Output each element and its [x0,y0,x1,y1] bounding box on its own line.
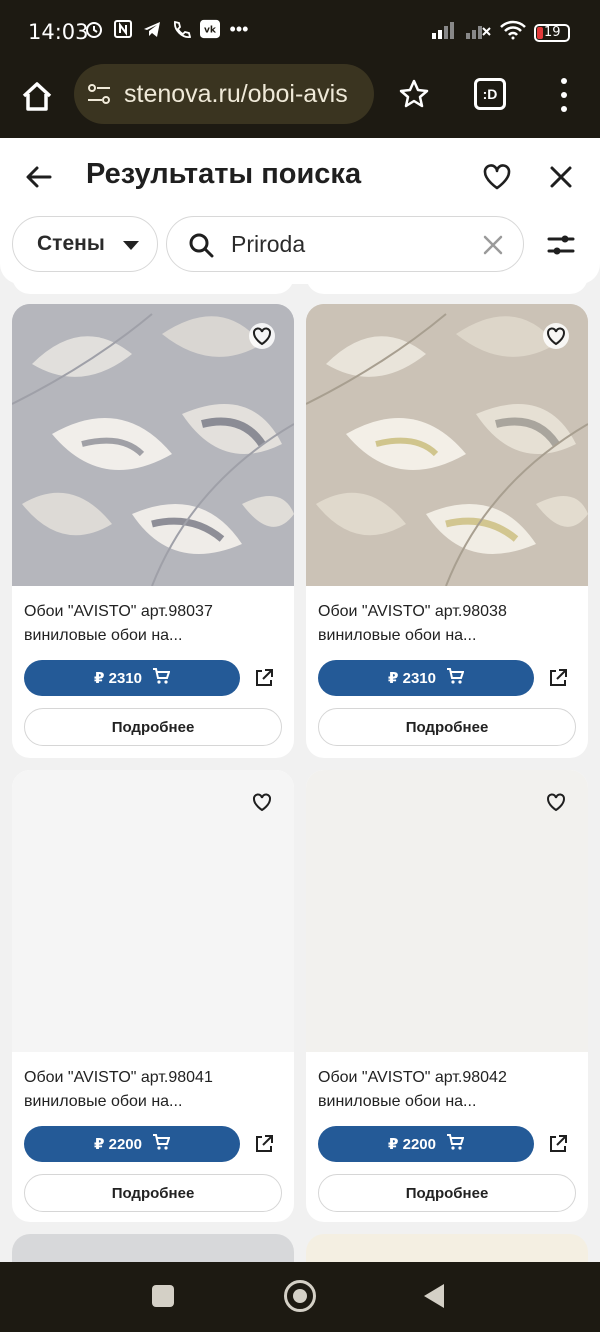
category-select[interactable]: Стены [12,216,158,272]
browser-menu-icon[interactable] [556,78,572,112]
close-icon[interactable] [546,162,576,192]
product-description: виниловые обои на... [24,627,183,644]
browser-toolbar: stenova.ru/oboi-avis :D [0,64,600,138]
price-label: ₽ 2200 [94,1136,142,1153]
status-bar: 14:03 vk ••• 19 [0,0,600,64]
product-image[interactable] [306,304,588,587]
telegram-icon [142,18,162,40]
product-name: Обои "AVISTO" арт.98041 [24,1069,213,1086]
filters-icon[interactable] [546,230,576,260]
price-label: ₽ 2310 [388,670,436,687]
product-image[interactable] [306,770,588,1052]
favorite-heart-icon[interactable] [542,788,570,816]
search-value: Priroda [231,231,306,257]
add-to-cart-button[interactable]: ₽ 2200 [24,1126,240,1162]
category-label: Стены [37,232,105,255]
alarm-icon [84,18,104,40]
clear-icon[interactable] [481,233,505,257]
vk-icon: vk [200,18,220,40]
battery-level: 19 [544,24,561,40]
site-settings-icon[interactable] [86,81,112,107]
external-link-icon[interactable] [548,668,568,688]
product-name-block: Обои "AVISTO" арт.98038 виниловые обои н… [318,600,578,648]
tabs-button[interactable]: :D [474,78,506,110]
add-to-cart-button[interactable]: ₽ 2200 [318,1126,534,1162]
product-name-block: Обои "AVISTO" арт.98041 виниловые обои н… [24,1066,284,1114]
product-name-block: Обои "AVISTO" арт.98037 виниловые обои н… [24,600,284,648]
status-time: 14:03 [28,20,89,44]
app-content: Результаты поиска Стены Priroda Обои "AV… [0,138,600,1262]
cart-icon [152,1134,171,1154]
search-header: Результаты поиска Стены Priroda [0,138,600,284]
page-title: Результаты поиска [86,158,362,190]
product-name: Обои "AVISTO" арт.98042 [318,1069,507,1086]
wifi-call-icon [171,18,191,40]
url-bar[interactable]: stenova.ru/oboi-avis [74,64,374,124]
add-to-cart-button[interactable]: ₽ 2310 [318,660,534,696]
product-card[interactable] [12,1234,294,1262]
product-description: виниловые обои на... [24,1093,183,1110]
chevron-down-icon [123,241,139,250]
favorites-heart-icon[interactable] [482,162,512,192]
product-card[interactable] [306,1234,588,1262]
back-nav-icon[interactable] [424,1284,444,1308]
details-button[interactable]: Подробнее [318,1174,576,1212]
external-link-icon[interactable] [254,668,274,688]
search-input[interactable]: Priroda [166,216,524,272]
search-icon [187,231,215,259]
recent-apps-icon[interactable] [152,1285,174,1307]
battery-icon: 19 [534,23,570,42]
product-description: виниловые обои на... [318,627,477,644]
product-image[interactable] [12,304,294,587]
cart-icon [446,1134,465,1154]
external-link-icon[interactable] [548,1134,568,1154]
home-nav-icon[interactable] [284,1280,316,1312]
product-card[interactable]: Обои "AVISTO" арт.98042 виниловые обои н… [306,770,588,1222]
product-description: виниловые обои на... [318,1093,477,1110]
svg-text:vk: vk [204,26,217,36]
price-label: ₽ 2310 [94,670,142,687]
back-arrow-icon[interactable] [24,162,54,192]
favorite-heart-icon[interactable] [248,322,276,350]
add-to-cart-button[interactable]: ₽ 2310 [24,660,240,696]
product-card[interactable]: Обои "AVISTO" арт.98037 виниловые обои н… [12,304,294,758]
more-icon: ••• [229,18,249,39]
nfc-icon [113,18,133,40]
signal-off-icon [466,21,492,44]
cart-icon [446,668,465,688]
external-link-icon[interactable] [254,1134,274,1154]
wifi-icon [500,20,526,45]
product-image[interactable] [12,770,294,1052]
home-icon[interactable] [18,78,56,116]
product-name: Обои "AVISTO" арт.98037 [24,603,213,620]
signal-icon [432,21,458,44]
product-card[interactable]: Обои "AVISTO" арт.98041 виниловые обои н… [12,770,294,1222]
details-button[interactable]: Подробнее [24,1174,282,1212]
product-name-block: Обои "AVISTO" арт.98042 виниловые обои н… [318,1066,578,1114]
details-button[interactable]: Подробнее [24,708,282,746]
details-button[interactable]: Подробнее [318,708,576,746]
product-name: Обои "AVISTO" арт.98038 [318,603,507,620]
favorite-heart-icon[interactable] [248,788,276,816]
cart-icon [152,668,171,688]
system-nav-bar [0,1262,600,1332]
price-label: ₽ 2200 [388,1136,436,1153]
favorite-heart-icon[interactable] [542,322,570,350]
bookmark-star-icon[interactable] [398,78,430,110]
url-text: stenova.ru/oboi-avis [124,79,348,108]
product-card[interactable]: Обои "AVISTO" арт.98038 виниловые обои н… [306,304,588,758]
